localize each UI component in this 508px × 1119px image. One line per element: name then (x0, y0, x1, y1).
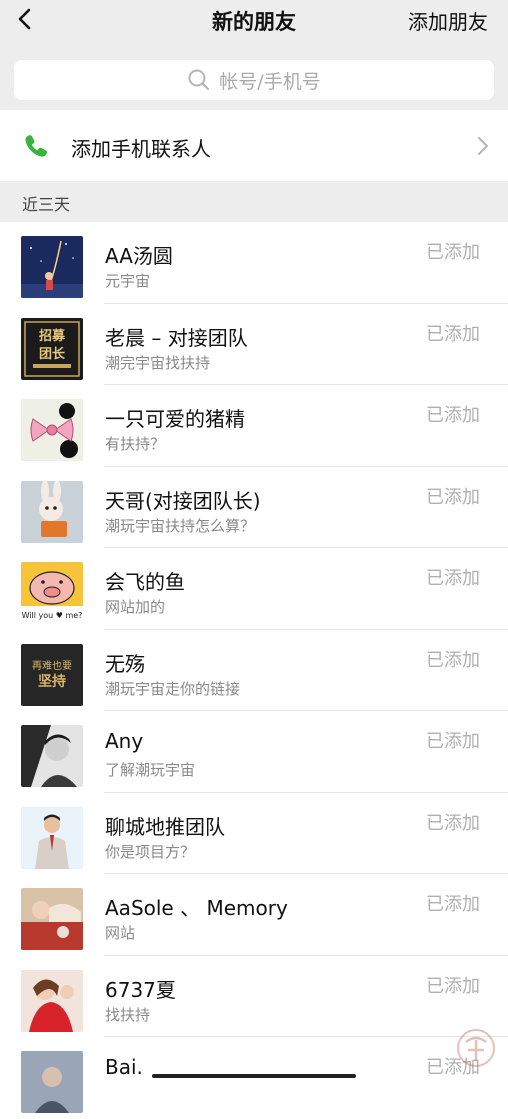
friend-message: 网站加的 (105, 598, 166, 616)
avatar (21, 480, 83, 543)
friend-message: 潮玩宇宙走你的链接 (105, 679, 241, 698)
friend-status: 已添加 (426, 812, 480, 834)
add-friend-button[interactable]: 添加朋友 (408, 6, 488, 35)
friend-name: AA汤圆 (105, 244, 173, 268)
friend-name: 聊城地推团队 (105, 814, 225, 839)
search-icon (188, 69, 210, 91)
friend-status: 已添加 (426, 894, 480, 915)
avatar: 再难也要 坚持 (21, 643, 83, 706)
phone-icon (25, 135, 47, 157)
friend-row[interactable]: 聊城地推团队 你是项目方？ 已添加 (0, 792, 508, 874)
avatar-text-persist-1: 再难也要 (32, 659, 72, 672)
friend-row[interactable]: 招募 团长 老晨 – 对接团队 潮完宇宙找扶持 已添加 (0, 303, 508, 385)
friend-message: 潮完宇宙找扶持 (105, 353, 211, 372)
friend-message: 你是项目方？ (105, 842, 196, 861)
friend-row[interactable]: 再难也要 坚持 无殇 潮玩宇宙走你的链接 已添加 (0, 629, 508, 711)
avatar-text-leader: 团长 (39, 346, 66, 362)
chevron-right-icon (478, 137, 488, 155)
friend-name: 天哥(对接团队长) (105, 488, 261, 513)
friend-row[interactable]: AaSole 、 Memory 网站 已添加 (0, 874, 508, 956)
add-phone-contacts-row[interactable]: 添加手机联系人 (0, 111, 508, 181)
watermark-seal-icon (457, 1029, 495, 1067)
friend-message: 了解潮玩宇宙 (105, 761, 196, 779)
avatar (21, 236, 83, 298)
section-label: 近三天 (22, 195, 71, 214)
avatar (21, 725, 83, 787)
avatar-text-persist-2: 坚持 (38, 673, 66, 690)
section-header-recent: 近三天 (0, 181, 508, 222)
search-placeholder: 帐号/手机号 (219, 70, 321, 93)
friend-message: 元宇宙 (105, 272, 151, 290)
friend-status: 已添加 (426, 649, 480, 671)
avatar: 招募 团长 (21, 317, 83, 380)
friend-status: 已添加 (426, 731, 480, 752)
friend-row[interactable]: AA汤圆 元宇宙 已添加 (0, 222, 508, 304)
friend-name: 老晨 – 对接团队 (105, 325, 248, 350)
friend-message: 潮玩宇宙扶持怎么算？ (105, 516, 256, 535)
friend-status: 已添加 (426, 323, 480, 345)
friend-name: 6737夏 (105, 977, 176, 1002)
friend-name: 一只可爱的猪精 (105, 407, 245, 431)
friend-row[interactable]: 一只可爱的猪精 有扶持？ 已添加 (0, 385, 508, 467)
avatar: Will you ♥ me? (21, 562, 83, 624)
friend-status: 已添加 (426, 242, 480, 263)
friend-status: 已添加 (426, 568, 480, 589)
top-bar: 新的朋友 添加朋友 帐号/手机号 (0, 0, 508, 110)
friend-row[interactable]: 天哥(对接团队长) 潮玩宇宙扶持怎么算？ 已添加 (0, 466, 508, 548)
friend-message: 有扶持？ (105, 435, 166, 453)
avatar (21, 399, 83, 461)
friend-status: 已添加 (426, 405, 480, 426)
friend-name: Any (105, 729, 144, 753)
avatar-text-recruit: 招募 (39, 328, 66, 344)
search-input[interactable]: 帐号/手机号 (14, 60, 494, 100)
friend-row[interactable]: 6737夏 找扶持 已添加 (0, 955, 508, 1037)
friend-status: 已添加 (426, 486, 480, 508)
friend-message: 网站 (105, 924, 136, 942)
friend-name: 会飞的鱼 (105, 570, 185, 594)
avatar (21, 806, 83, 869)
friend-status: 已添加 (426, 975, 480, 997)
friend-list: AA汤圆 元宇宙 已添加 招募 团长 老晨 – 对接团队 潮完宇宙找扶持 已添加 (0, 222, 508, 1119)
avatar-text-pig: Will you ♥ me? (22, 611, 83, 620)
avatar (21, 1051, 83, 1113)
home-indicator[interactable] (152, 1074, 356, 1078)
friend-name: 无殇 (105, 651, 145, 676)
friend-row[interactable]: Any 了解潮玩宇宙 已添加 (0, 711, 508, 793)
avatar (21, 969, 83, 1032)
friend-name: AaSole 、 Memory (105, 896, 288, 920)
avatar (21, 888, 83, 950)
friend-row[interactable]: Will you ♥ me? 会飞的鱼 网站加的 已添加 (0, 548, 508, 630)
friend-message: 找扶持 (105, 1005, 151, 1024)
friend-name: Bai. (105, 1055, 143, 1079)
add-phone-contacts-label: 添加手机联系人 (71, 137, 211, 161)
